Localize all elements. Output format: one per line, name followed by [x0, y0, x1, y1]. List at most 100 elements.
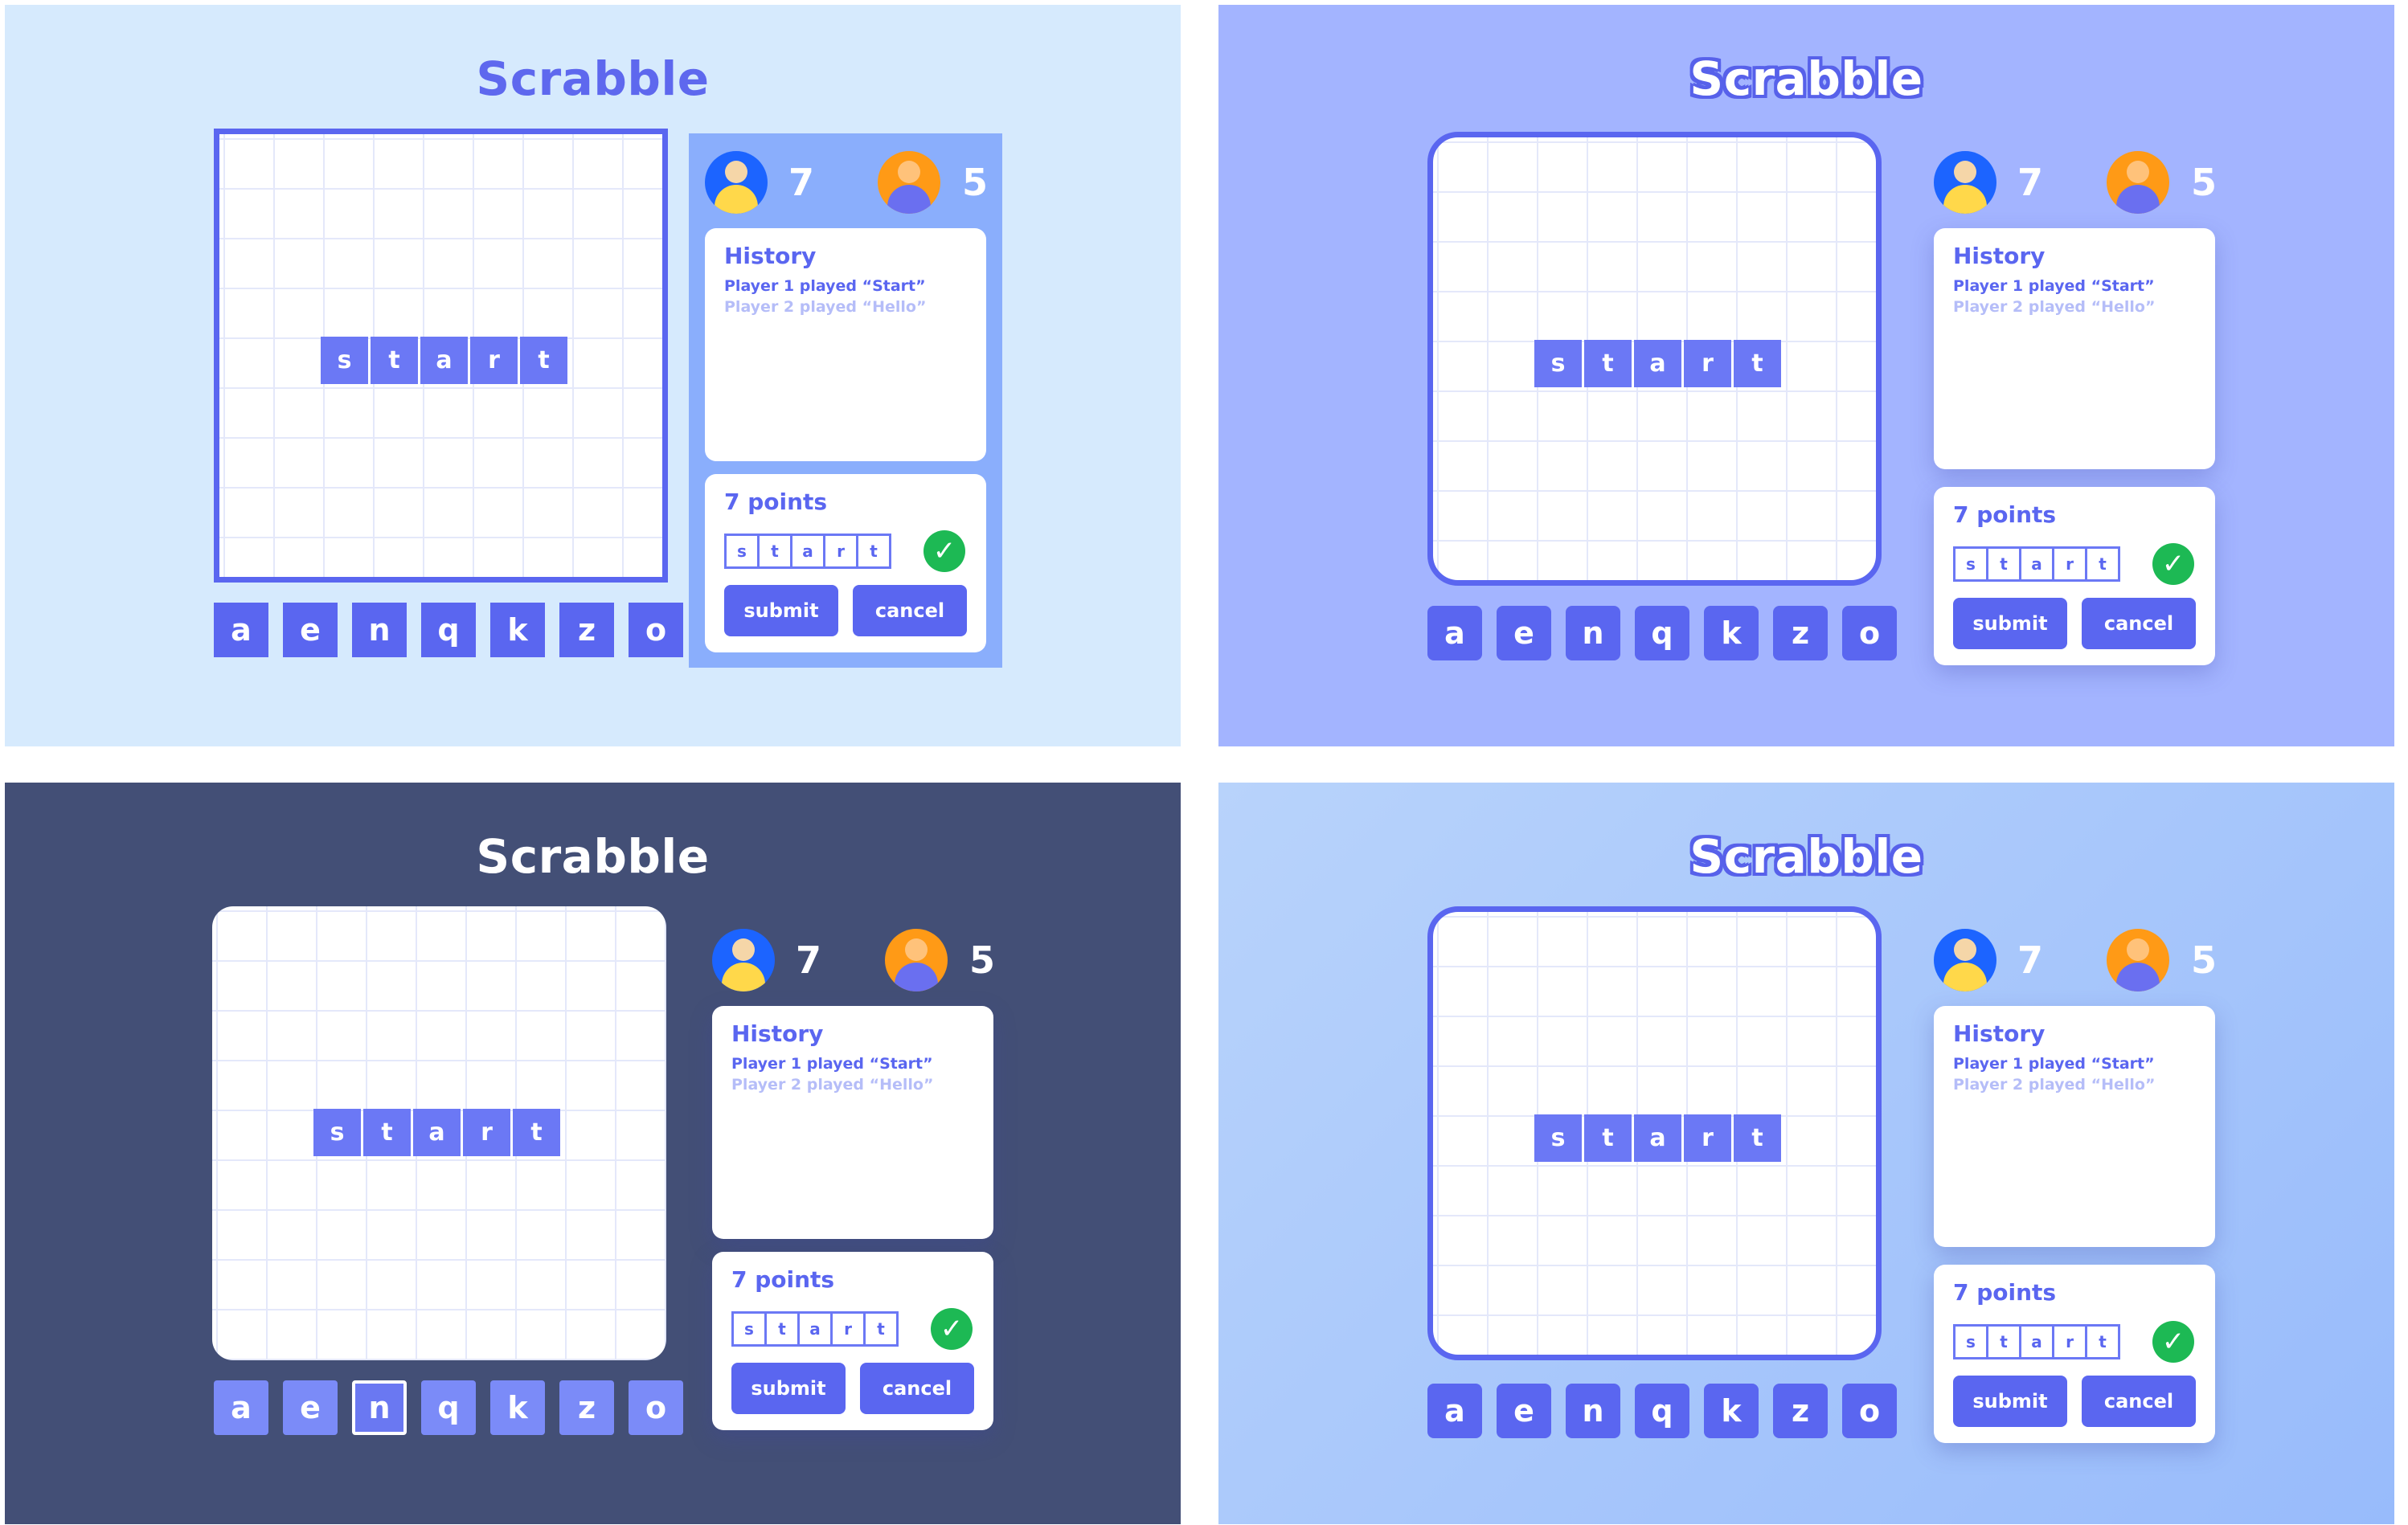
preview-tile: t — [2085, 546, 2120, 582]
preview-tile: r — [2052, 1324, 2087, 1359]
board-tile: s — [321, 337, 368, 384]
history-title: History — [731, 1020, 824, 1047]
board-tile: t — [371, 337, 418, 384]
rack-tile[interactable]: e — [283, 1380, 338, 1435]
cancel-button[interactable]: cancel — [860, 1363, 974, 1414]
board-word: s t a r t — [1534, 340, 1781, 387]
cancel-button[interactable]: cancel — [2082, 1376, 2196, 1427]
preview-tile: t — [757, 534, 792, 569]
board-tile: t — [1734, 1114, 1781, 1162]
player-1-score: 7 — [2017, 938, 2044, 982]
rack-tile[interactable]: a — [214, 1380, 268, 1435]
rack-tile[interactable]: e — [283, 603, 338, 657]
board-tile: s — [1534, 1114, 1582, 1162]
preview-tile: a — [2019, 546, 2054, 582]
rack-tile[interactable]: n — [1566, 606, 1620, 660]
history-title: History — [724, 243, 817, 269]
board-tile: s — [1534, 340, 1582, 387]
board-tile: r — [1684, 1114, 1731, 1162]
rack-tile[interactable]: q — [1635, 1384, 1689, 1438]
preview-tile: s — [1953, 1324, 1988, 1359]
submit-button[interactable]: submit — [731, 1363, 846, 1414]
board-tile: a — [1634, 340, 1681, 387]
cancel-button[interactable]: cancel — [853, 585, 967, 636]
history-entry: Player 2 played “Hello” — [724, 298, 927, 316]
board-tile: a — [420, 337, 468, 384]
player-1-avatar-icon — [712, 929, 775, 991]
player-1-score: 7 — [796, 938, 822, 982]
rack-tile[interactable]: o — [629, 1380, 683, 1435]
word-preview: s t a r t — [731, 1311, 899, 1347]
submit-button[interactable]: submit — [1953, 598, 2067, 649]
rack-tile[interactable]: n — [1566, 1384, 1620, 1438]
rack-tile[interactable]: k — [490, 603, 545, 657]
side-panel: 7 5 History Player 1 played “Start” Play… — [696, 911, 1009, 1445]
rack-tile[interactable]: o — [1842, 1384, 1897, 1438]
points-label: 7 points — [724, 489, 828, 515]
rack-tile[interactable]: k — [1704, 606, 1759, 660]
rack-tile[interactable]: k — [490, 1380, 545, 1435]
game-board[interactable]: s t a r t — [1427, 132, 1882, 586]
board-tile: r — [463, 1109, 510, 1156]
preview-tile: r — [823, 534, 858, 569]
player-1-avatar-icon — [705, 151, 768, 214]
history-entry: Player 1 played “Start” — [1953, 277, 2155, 295]
history-card: History Player 1 played “Start” Player 2… — [1934, 1006, 2215, 1247]
preview-tile: t — [856, 534, 891, 569]
check-icon: ✓ — [2152, 543, 2194, 585]
preview-tile: r — [830, 1311, 866, 1347]
points-card: 7 points s t a r t ✓ submit cancel — [705, 474, 986, 652]
player-1-avatar-icon — [1934, 929, 1996, 991]
cancel-button[interactable]: cancel — [2082, 598, 2196, 649]
board-tile: t — [1734, 340, 1781, 387]
side-panel: 7 5 History Player 1 played “Start” Play… — [1918, 911, 2231, 1445]
rack-tile[interactable]: n — [352, 603, 407, 657]
rack-tile[interactable]: e — [1497, 1384, 1551, 1438]
game-title: Scrabble — [1689, 51, 1923, 106]
rack-tile[interactable]: o — [629, 603, 683, 657]
player-2-avatar-icon — [885, 929, 948, 991]
rack-tile[interactable]: z — [1773, 1384, 1828, 1438]
board-tile: a — [413, 1109, 461, 1156]
rack-tile[interactable]: k — [1704, 1384, 1759, 1438]
players-bar: 7 5 — [1934, 149, 2223, 215]
board-tile: t — [1584, 1114, 1632, 1162]
rack-tile[interactable]: q — [421, 603, 476, 657]
rack-tile[interactable]: z — [559, 1380, 614, 1435]
history-entry: Player 1 played “Start” — [731, 1055, 933, 1073]
player-2-score: 5 — [969, 938, 996, 982]
rack-tile[interactable]: z — [559, 603, 614, 657]
rack-tile[interactable]: q — [1635, 606, 1689, 660]
points-label: 7 points — [731, 1266, 835, 1293]
history-card: History Player 1 played “Start” Player 2… — [705, 228, 986, 461]
rack-tile[interactable]: q — [421, 1380, 476, 1435]
submit-button[interactable]: submit — [724, 585, 838, 636]
board-tile: r — [470, 337, 518, 384]
player-2-avatar-icon — [878, 151, 940, 214]
rack-tile[interactable]: e — [1497, 606, 1551, 660]
game-title: Scrabble — [476, 829, 710, 884]
rack-tile[interactable]: a — [214, 603, 268, 657]
word-preview: s t a r t — [1953, 546, 2120, 582]
board-word: s t a r t — [321, 337, 567, 384]
game-board[interactable]: s t a r t — [214, 129, 668, 583]
game-board[interactable]: s t a r t — [1427, 906, 1882, 1360]
player-1-avatar-icon — [1934, 151, 1996, 214]
submit-button[interactable]: submit — [1953, 1376, 2067, 1427]
game-board[interactable]: s t a r t — [212, 906, 666, 1360]
rack-tile-selected[interactable]: n — [352, 1380, 407, 1435]
rack-tile[interactable]: a — [1427, 606, 1482, 660]
history-entry: Player 1 played “Start” — [1953, 1055, 2155, 1073]
preview-tile: a — [2019, 1324, 2054, 1359]
letter-rack: a e n q k z o — [214, 1380, 683, 1435]
board-word: s t a r t — [313, 1109, 560, 1156]
rack-tile[interactable]: z — [1773, 606, 1828, 660]
board-tile: t — [520, 337, 567, 384]
rack-tile[interactable]: a — [1427, 1384, 1482, 1438]
board-word: s t a r t — [1534, 1114, 1781, 1162]
points-label: 7 points — [1953, 501, 2057, 528]
rack-tile[interactable]: o — [1842, 606, 1897, 660]
preview-tile: t — [863, 1311, 899, 1347]
history-title: History — [1953, 243, 2046, 269]
preview-tile: t — [1986, 1324, 2021, 1359]
